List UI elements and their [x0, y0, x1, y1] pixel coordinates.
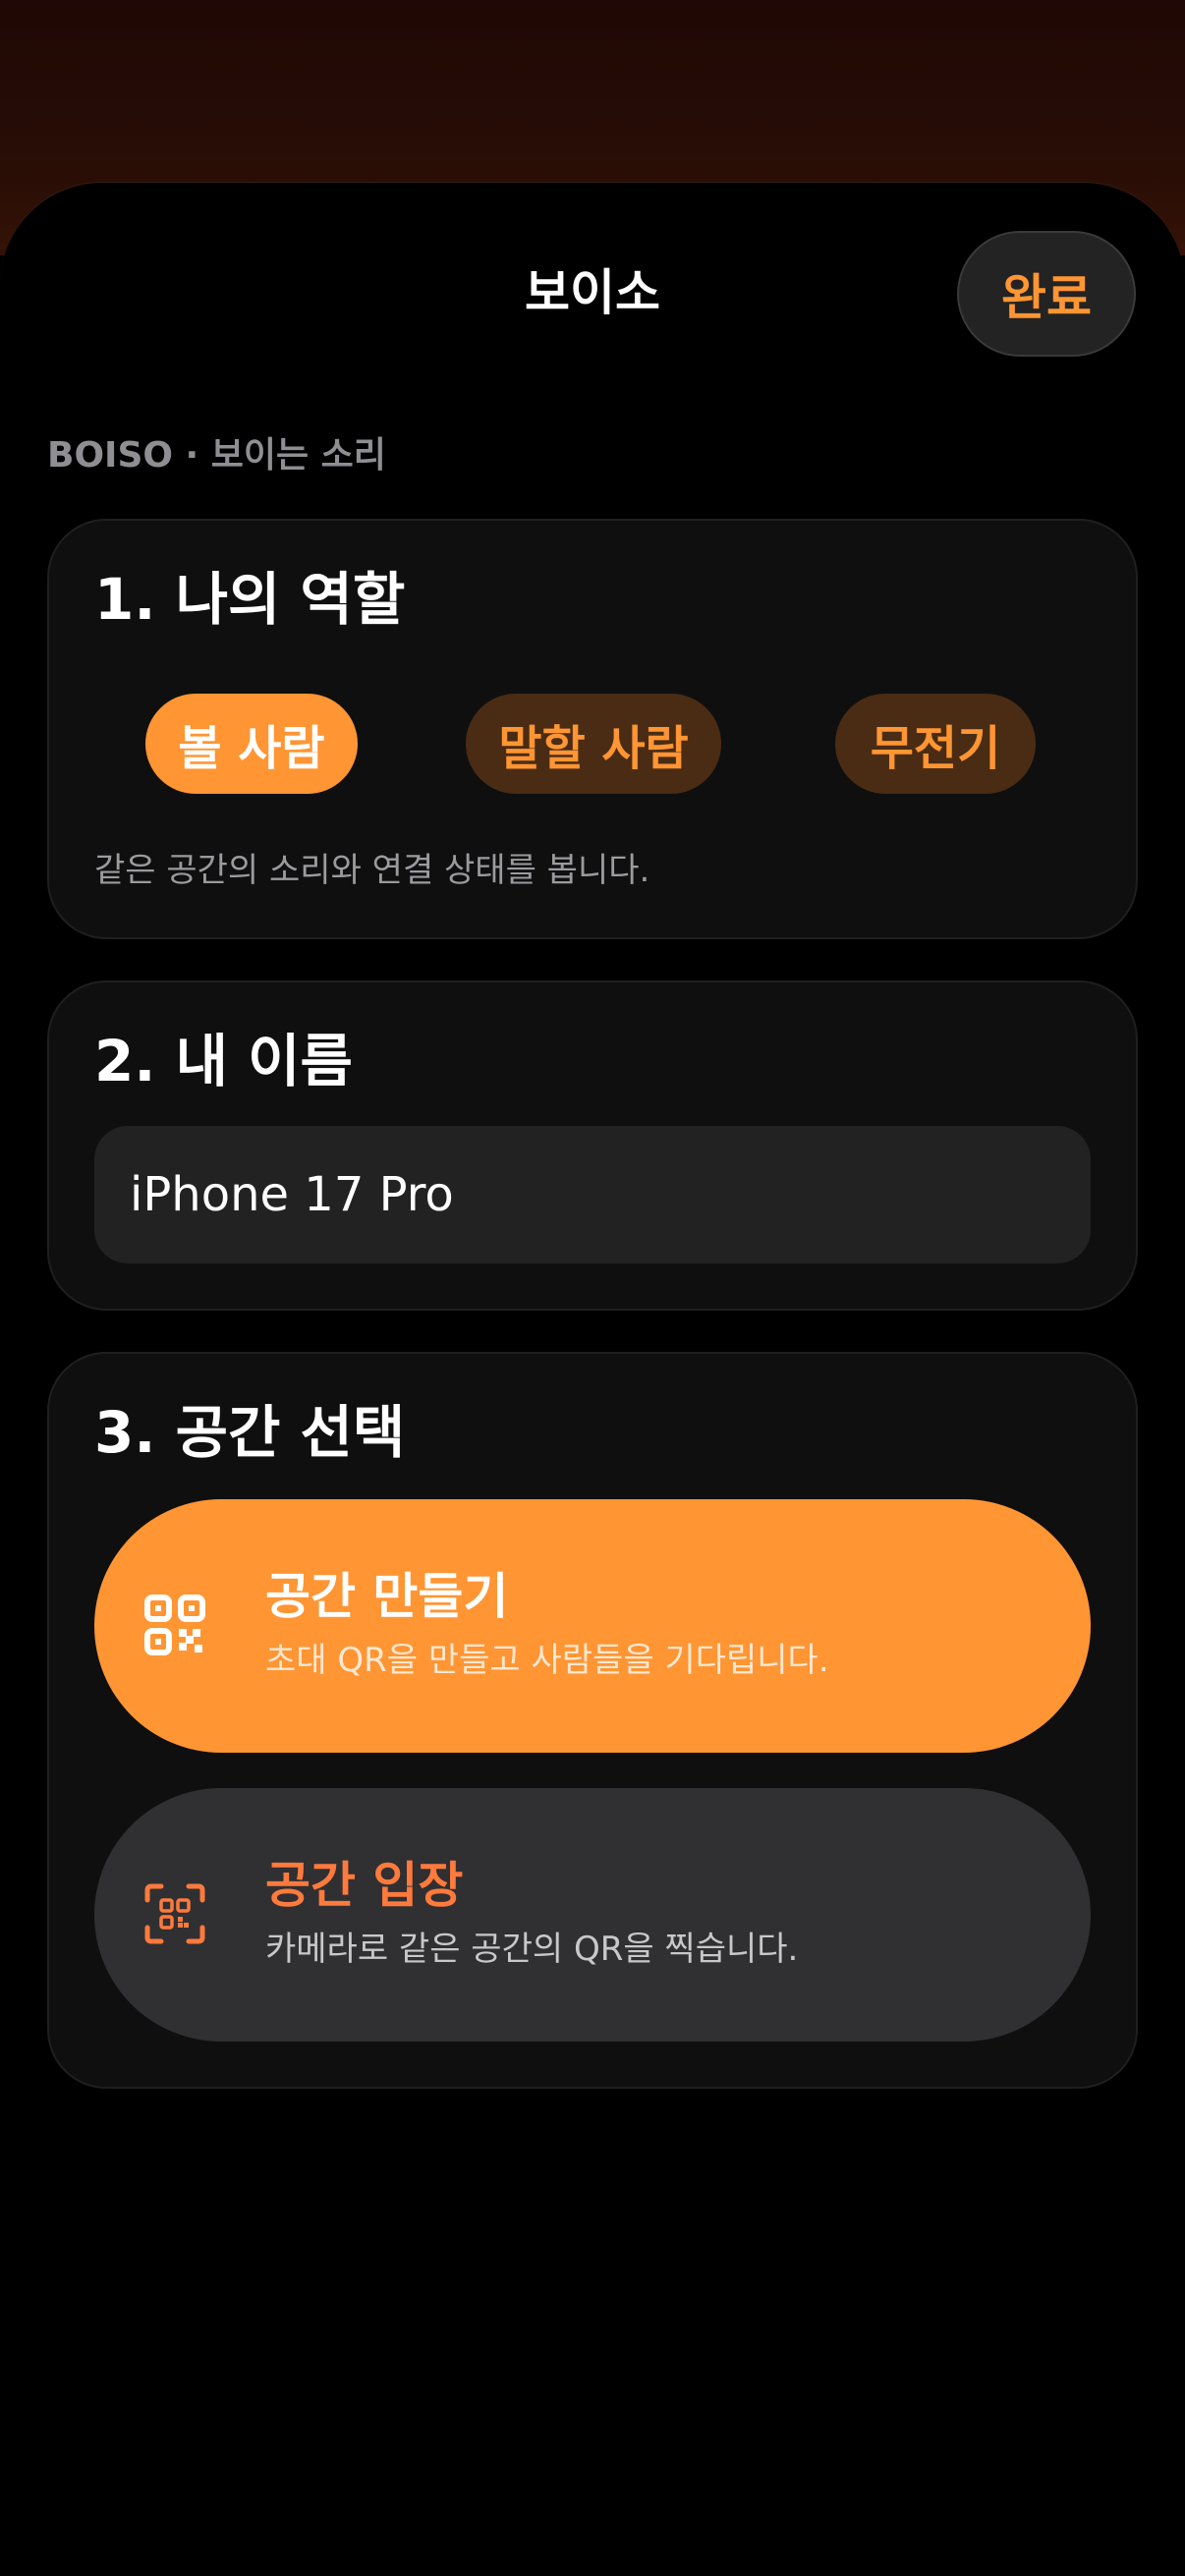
qr-code-icon	[144, 1595, 205, 1655]
role-heading: 1. 나의 역할	[94, 566, 406, 633]
space-card: 3. 공간 선택 공간 만들기 초대 QR을 만들고 사람들을 기다립니다. 공…	[47, 1352, 1138, 2089]
join-space-description: 카메라로 같은 공간의 QR을 찍습니다.	[265, 1930, 799, 1969]
role-option-speaker[interactable]: 말할 사람	[466, 694, 721, 794]
name-input[interactable]	[94, 1126, 1091, 1263]
done-button[interactable]: 완료	[957, 231, 1136, 357]
qr-scan-icon	[144, 1883, 205, 1944]
app-subtitle: BOISO · 보이는 소리	[47, 435, 386, 476]
role-description: 같은 공간의 소리와 연결 상태를 봅니다.	[94, 851, 650, 890]
role-option-walkie-talkie[interactable]: 무전기	[835, 694, 1036, 794]
role-option-viewer[interactable]: 볼 사람	[145, 694, 358, 794]
join-space-title: 공간 입장	[265, 1857, 464, 1914]
join-space-button[interactable]: 공간 입장 카메라로 같은 공간의 QR을 찍습니다.	[94, 1788, 1091, 2042]
settings-sheet: 보이소 완료 BOISO · 보이는 소리 1. 나의 역할 볼 사람 말할 사…	[0, 183, 1185, 2576]
name-card: 2. 내 이름	[47, 980, 1138, 1311]
name-heading: 2. 내 이름	[94, 1028, 353, 1094]
create-space-title: 공간 만들기	[265, 1568, 509, 1625]
create-space-description: 초대 QR을 만들고 사람들을 기다립니다.	[265, 1641, 829, 1680]
role-card: 1. 나의 역할 볼 사람 말할 사람 무전기 같은 공간의 소리와 연결 상태…	[47, 519, 1138, 939]
space-heading: 3. 공간 선택	[94, 1399, 406, 1466]
create-space-button[interactable]: 공간 만들기 초대 QR을 만들고 사람들을 기다립니다.	[94, 1499, 1091, 1753]
